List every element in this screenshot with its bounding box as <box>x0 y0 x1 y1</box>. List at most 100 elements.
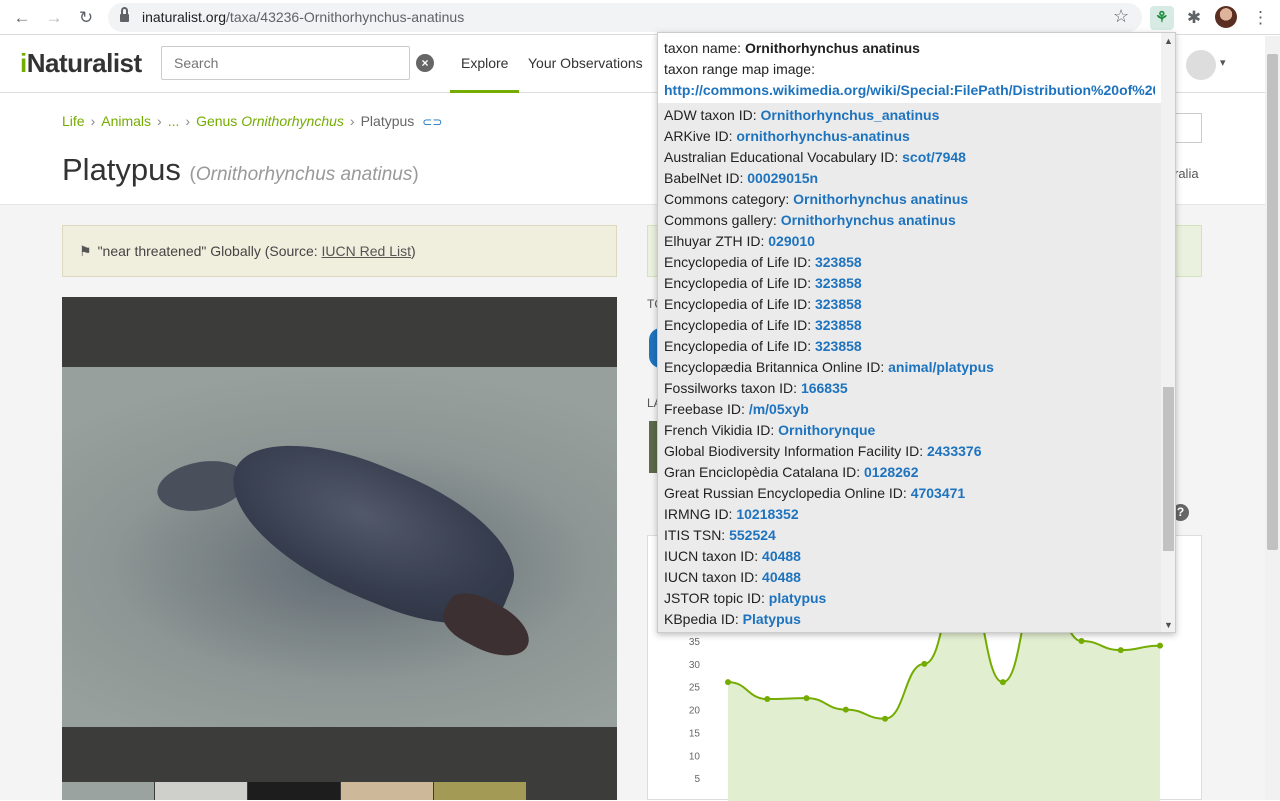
chart-point[interactable] <box>882 715 889 722</box>
page-scroll-thumb[interactable] <box>1267 54 1278 550</box>
popup-id-value-link[interactable]: 323858 <box>815 317 862 333</box>
chart-point[interactable] <box>842 706 849 713</box>
chart-point[interactable] <box>1078 638 1085 644</box>
photo-thumbnail[interactable] <box>434 782 526 800</box>
popup-id-value-link[interactable]: Platypus <box>743 611 801 627</box>
profile-avatar-icon[interactable] <box>1215 6 1237 28</box>
chart-y-tick-label: 10 <box>689 751 701 762</box>
taxon-name-value: Ornithorhynchus anatinus <box>744 40 920 56</box>
back-icon[interactable]: ← <box>10 6 34 30</box>
chart-point[interactable] <box>921 660 928 667</box>
search-input[interactable] <box>161 46 410 80</box>
forward-icon[interactable]: → <box>42 6 66 30</box>
address-bar[interactable]: inaturalist.org/taxa/43236-Ornithorhynch… <box>108 3 1142 32</box>
popup-id-value-link[interactable]: platypus <box>769 590 827 606</box>
popup-scroll-thumb[interactable] <box>1163 387 1174 551</box>
scroll-down-icon[interactable]: ▼ <box>1164 620 1173 630</box>
range-map-link[interactable]: http://commons.wikimedia.org/wiki/Specia… <box>664 82 1155 98</box>
breadcrumb-animals[interactable]: Animals <box>101 113 151 129</box>
chart-point[interactable] <box>803 695 810 702</box>
link-icon[interactable]: ⊂⊃ <box>422 115 442 129</box>
popup-id-value-link[interactable]: 00029015n <box>747 170 818 186</box>
popup-id-value-link[interactable]: 552524 <box>729 527 776 543</box>
popup-id-value-link[interactable]: ornithorhynchus-anatinus <box>736 128 909 144</box>
popup-id-row: IUCN taxon ID: 40488 <box>664 567 1155 588</box>
popup-id-value-link[interactable]: 029010 <box>768 233 815 249</box>
user-avatar-icon[interactable] <box>1186 50 1216 80</box>
popup-id-label: Encyclopædia Britannica Online ID: <box>664 359 885 375</box>
iucn-red-list-link[interactable]: IUCN Red List <box>322 243 411 259</box>
chart-y-tick-label: 25 <box>689 683 701 694</box>
chart-point[interactable] <box>725 679 731 686</box>
inaturalist-logo[interactable]: iNaturalist <box>20 48 142 79</box>
popup-id-value-link[interactable]: 4703471 <box>911 485 966 501</box>
popup-id-value-link[interactable]: animal/platypus <box>888 359 994 375</box>
chart-y-tick-label: 5 <box>694 774 700 785</box>
popup-id-value-link[interactable]: 323858 <box>815 254 862 270</box>
breadcrumb-life[interactable]: Life <box>62 113 85 129</box>
popup-id-value-link[interactable]: Ornithorhynchus anatinus <box>781 212 956 228</box>
popup-id-list: ADW taxon ID: Ornithorhynchus_anatinus AR… <box>658 103 1161 632</box>
popup-id-value-link[interactable]: 40488 <box>762 569 801 585</box>
popup-id-value-link[interactable]: 323858 <box>815 275 862 291</box>
search-clear-icon[interactable]: × <box>416 54 434 72</box>
popup-id-label: Encyclopedia of Life ID: <box>664 254 812 270</box>
nav-explore[interactable]: Explore <box>450 36 520 93</box>
chart-point[interactable] <box>1117 647 1124 654</box>
popup-id-value-link[interactable]: 323858 <box>815 296 862 312</box>
popup-id-value-link[interactable]: /m/05xyb <box>749 401 809 417</box>
chart-point[interactable] <box>1157 642 1163 649</box>
popup-id-value-link[interactable]: 166835 <box>801 380 848 396</box>
nav-your-observations[interactable]: Your Observations <box>517 36 654 93</box>
popup-id-value-link[interactable]: scot/7948 <box>902 149 966 165</box>
popup-id-label: IUCN taxon ID: <box>664 548 759 564</box>
popup-id-value-link[interactable]: 10218352 <box>736 506 798 522</box>
chevron-down-icon[interactable]: ▾ <box>1220 56 1226 69</box>
chart-point[interactable] <box>999 679 1006 686</box>
photo-thumbnail[interactable] <box>62 782 154 800</box>
chart-point[interactable] <box>764 696 771 703</box>
platypus-photo[interactable] <box>62 367 617 727</box>
breadcrumb-genus[interactable]: Genus Ornithorhynchus <box>196 113 344 129</box>
popup-id-row: Encyclopædia Britannica Online ID: anima… <box>664 357 1155 378</box>
popup-id-value-link[interactable]: 2433376 <box>927 443 982 459</box>
browser-toolbar: ← → ↻ inaturalist.org/taxa/43236-Ornitho… <box>0 0 1280 35</box>
popup-id-value-link[interactable]: Ornithorhynchus anatinus <box>793 191 968 207</box>
photo-thumbnail[interactable] <box>341 782 433 800</box>
popup-id-value-link[interactable]: 323858 <box>815 338 862 354</box>
browser-menu-icon[interactable]: ⋮ <box>1252 6 1269 30</box>
popup-scrollbar[interactable]: ▲ ▼ <box>1161 33 1175 632</box>
scientific-name: Ornithorhynchus anatinus <box>195 164 413 185</box>
extension-active-icon[interactable]: ⚘ <box>1150 6 1174 30</box>
popup-id-label: Global Biodiversity Information Facility… <box>664 443 924 459</box>
photo-thumbnail[interactable] <box>248 782 340 800</box>
popup-id-row: Encyclopedia of Life ID: 323858 <box>664 294 1155 315</box>
popup-id-row: Commons gallery: Ornithorhynchus anatinu… <box>664 210 1155 231</box>
flag-icon: ⚑ <box>79 243 92 259</box>
popup-id-row: IRMNG ID: 10218352 <box>664 504 1155 525</box>
popup-id-label: ITIS TSN: <box>664 527 726 543</box>
bookmark-star-icon[interactable]: ☆ <box>1113 6 1129 27</box>
extensions-puzzle-icon[interactable]: ✱ <box>1182 6 1206 30</box>
popup-id-label: ARKive ID: <box>664 128 733 144</box>
lock-icon[interactable] <box>120 7 129 22</box>
popup-id-label: Fossilworks taxon ID: <box>664 380 798 396</box>
breadcrumb-ellipsis[interactable]: ... <box>168 113 180 129</box>
reload-icon[interactable]: ↻ <box>74 6 98 30</box>
photo-viewer[interactable] <box>62 297 617 800</box>
popup-id-label: ADW taxon ID: <box>664 107 757 123</box>
popup-id-value-link[interactable]: 0128262 <box>864 464 919 480</box>
popup-id-label: Freebase ID: <box>664 401 745 417</box>
popup-id-row: ITIS TSN: 552524 <box>664 525 1155 546</box>
popup-id-row: BabelNet ID: 00029015n <box>664 168 1155 189</box>
popup-id-row: JSTOR topic ID: platypus <box>664 588 1155 609</box>
scroll-up-icon[interactable]: ▲ <box>1164 36 1173 46</box>
popup-id-value-link[interactable]: Ornithorynque <box>778 422 875 438</box>
popup-id-label: Encyclopedia of Life ID: <box>664 338 812 354</box>
photo-thumbnail[interactable] <box>155 782 247 800</box>
popup-id-value-link[interactable]: 40488 <box>762 548 801 564</box>
breadcrumb-separator: › <box>349 113 355 129</box>
popup-id-value-link[interactable]: Ornithorhynchus_anatinus <box>760 107 939 123</box>
page-scrollbar[interactable] <box>1265 36 1280 800</box>
popup-taxon-name: taxon name: Ornithorhynchus anatinus <box>664 38 1155 59</box>
